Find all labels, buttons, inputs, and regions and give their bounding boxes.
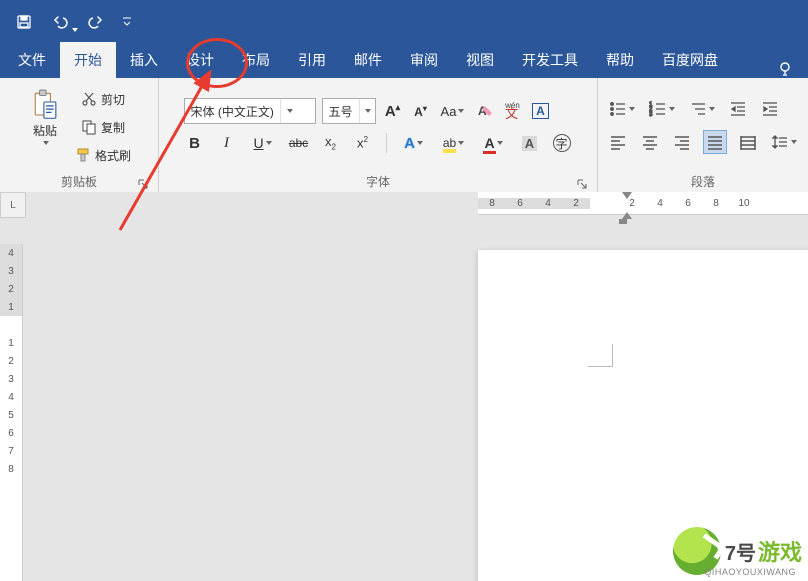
group-clipboard-label: 剪贴板 — [6, 170, 152, 192]
copy-label: 复制 — [101, 119, 125, 136]
separator — [386, 133, 387, 153]
decrease-indent-button[interactable] — [727, 98, 749, 120]
tab-developer[interactable]: 开发工具 — [508, 42, 592, 78]
font-name-value: 宋体 (中文正文) — [185, 103, 280, 120]
font-size-select[interactable]: 五号 — [322, 98, 376, 124]
tab-selector[interactable]: L — [0, 192, 26, 218]
qat-customize-button[interactable] — [122, 15, 132, 30]
tab-mailings[interactable]: 邮件 — [340, 42, 396, 78]
highlight-button[interactable]: ab — [439, 132, 469, 154]
cut-label: 剪切 — [101, 91, 125, 108]
tab-file[interactable]: 文件 — [4, 42, 60, 78]
font-size-value: 五号 — [323, 103, 359, 120]
tab-view[interactable]: 视图 — [452, 42, 508, 78]
numbering-button[interactable]: 123 — [647, 98, 677, 120]
hanging-indent-marker[interactable] — [622, 212, 632, 219]
clear-formatting-button[interactable]: A — [474, 100, 496, 122]
undo-button[interactable] — [46, 8, 74, 36]
tab-layout[interactable]: 布局 — [228, 42, 284, 78]
italic-button[interactable]: I — [216, 132, 238, 154]
bold-button[interactable]: B — [184, 132, 206, 154]
increase-indent-button[interactable] — [759, 98, 781, 120]
format-painter-button[interactable]: 格式刷 — [71, 142, 135, 168]
redo-button[interactable] — [82, 8, 110, 36]
tab-review[interactable]: 审阅 — [396, 42, 452, 78]
watermark-text-a: 7号 — [725, 537, 756, 566]
paste-label: 粘贴 — [33, 122, 57, 139]
enclose-characters-button[interactable]: 字 — [551, 132, 573, 154]
svg-text:3: 3 — [649, 112, 653, 118]
align-justify-button[interactable] — [703, 130, 727, 154]
watermark-sub: QIHAOYOUXIWANG — [704, 567, 796, 577]
align-right-button[interactable] — [671, 131, 693, 153]
group-font: 宋体 (中文正文) 五号 A▴ A▾ Aa A wén文 A B — [159, 78, 598, 192]
phonetic-guide-button[interactable]: wén文 — [502, 100, 524, 122]
multilevel-list-button[interactable] — [687, 98, 717, 120]
chevron-down-icon — [359, 99, 375, 123]
align-left-button[interactable] — [607, 131, 629, 153]
underline-button[interactable]: U — [248, 132, 278, 154]
ribbon-tabs: 文件 开始 插入 设计 布局 引用 邮件 审阅 视图 开发工具 帮助 百度网盘 — [0, 44, 808, 78]
horizontal-ruler[interactable]: 8 6 4 2 2 4 6 8 10 — [478, 192, 808, 215]
watermark-text-b: 游戏 — [758, 535, 802, 567]
group-font-label: 字体 — [165, 170, 591, 192]
format-painter-icon — [75, 147, 91, 163]
tab-help[interactable]: 帮助 — [592, 42, 648, 78]
copy-button[interactable]: 复制 — [71, 114, 135, 140]
text-cursor — [588, 344, 613, 367]
paste-icon — [32, 90, 58, 120]
save-button[interactable] — [10, 8, 38, 36]
vertical-ruler[interactable]: 4 3 2 1 1 2 3 4 5 6 7 8 — [0, 244, 23, 581]
copy-icon — [81, 119, 97, 135]
change-case-button[interactable]: Aa — [438, 100, 468, 122]
tab-home[interactable]: 开始 — [60, 42, 116, 78]
font-name-select[interactable]: 宋体 (中文正文) — [184, 98, 316, 124]
align-center-button[interactable] — [639, 131, 661, 153]
tab-baidu-netdisk[interactable]: 百度网盘 — [648, 42, 732, 78]
group-paragraph: 123 段落 — [598, 78, 808, 192]
font-launcher[interactable] — [577, 178, 589, 190]
clipboard-launcher[interactable] — [138, 178, 150, 190]
tab-references[interactable]: 引用 — [284, 42, 340, 78]
watermark: 7号 游戏 QIHAOYOUXIWANG — [673, 527, 802, 575]
align-distributed-button[interactable] — [737, 131, 759, 153]
line-spacing-button[interactable] — [769, 131, 799, 153]
paste-button[interactable]: 粘贴 — [23, 82, 67, 152]
cut-button[interactable]: 剪切 — [71, 86, 135, 112]
text-effects-button[interactable]: A — [399, 132, 429, 154]
left-indent-marker[interactable] — [619, 219, 627, 224]
tab-insert[interactable]: 插入 — [116, 42, 172, 78]
character-shading-button[interactable]: A — [519, 132, 541, 154]
grow-font-button[interactable]: A▴ — [382, 100, 404, 122]
tell-me-button[interactable] — [766, 60, 804, 78]
strikethrough-button[interactable]: abc — [288, 132, 310, 154]
bullets-button[interactable] — [607, 98, 637, 120]
ribbon: 粘贴 剪切 复制 格式刷 — [0, 78, 808, 193]
quick-access-toolbar — [0, 0, 808, 44]
format-painter-label: 格式刷 — [95, 147, 131, 164]
chevron-down-icon — [280, 99, 297, 123]
cut-icon — [81, 91, 97, 107]
group-clipboard: 粘贴 剪切 复制 格式刷 — [0, 78, 159, 192]
subscript-button[interactable]: x2 — [320, 132, 342, 154]
font-color-button[interactable]: A — [479, 132, 509, 154]
shrink-font-button[interactable]: A▾ — [410, 100, 432, 122]
document-workspace: L 8 6 4 2 2 4 6 8 10 4 3 2 1 1 2 — [0, 192, 808, 581]
superscript-button[interactable]: x2 — [352, 132, 374, 154]
tab-design[interactable]: 设计 — [172, 42, 228, 78]
character-border-button[interactable]: A — [530, 100, 552, 122]
group-paragraph-label: 段落 — [604, 170, 802, 192]
first-line-indent-marker[interactable] — [622, 192, 632, 199]
